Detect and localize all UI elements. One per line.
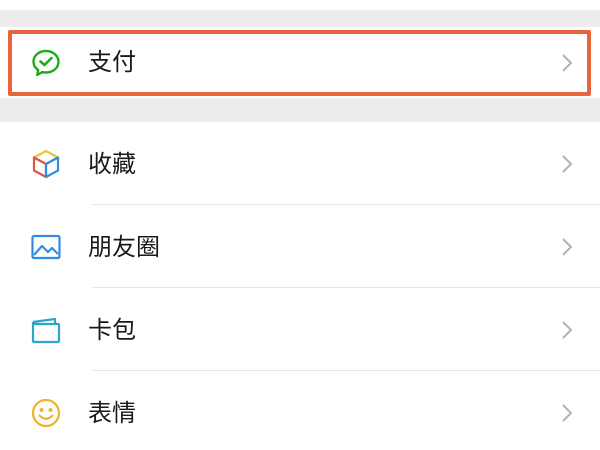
top-spacer <box>0 0 600 23</box>
favorites-cube-icon <box>30 148 62 180</box>
menu-item-label: 卡包 <box>88 316 136 344</box>
menu-item-label: 表情 <box>88 399 136 427</box>
menu-item-moments[interactable]: 朋友圈 <box>0 205 600 288</box>
moments-picture-icon <box>30 231 62 263</box>
section-separator <box>0 10 600 23</box>
highlight-box <box>8 30 591 96</box>
menu-item-favorites[interactable]: 收藏 <box>0 122 600 205</box>
menu-item-card-wallet[interactable]: 卡包 <box>0 288 600 371</box>
chevron-right-icon <box>560 402 574 424</box>
chevron-right-icon <box>560 319 574 341</box>
chevron-right-icon <box>560 236 574 258</box>
smiley-icon <box>30 397 62 429</box>
menu-item-label: 收藏 <box>88 150 136 178</box>
menu-item-label: 朋友圈 <box>88 233 160 261</box>
card-wallet-icon <box>30 314 62 346</box>
chevron-right-icon <box>560 153 574 175</box>
menu-item-stickers[interactable]: 表情 <box>0 371 600 450</box>
section-separator <box>0 98 600 122</box>
